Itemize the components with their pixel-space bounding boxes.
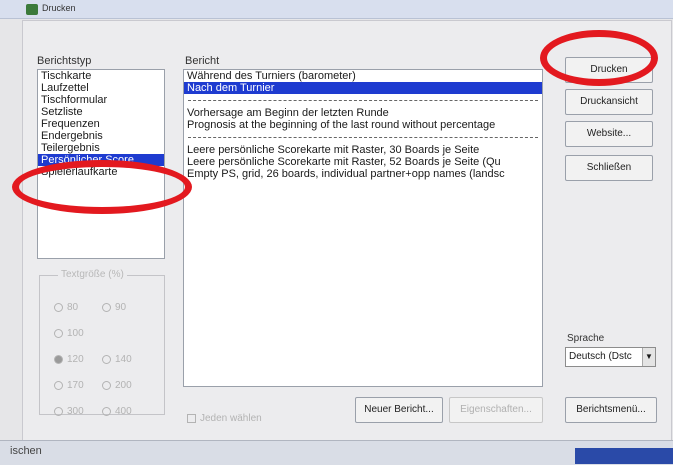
report-label: Bericht xyxy=(185,55,220,67)
report-item[interactable]: Empty PS, grid, 26 boards, individual pa… xyxy=(184,168,542,180)
radio-label: 170 xyxy=(67,380,84,391)
radio-label: 400 xyxy=(115,406,132,417)
font-size-radio[interactable]: 140 xyxy=(102,354,132,365)
font-size-radio[interactable]: 100 xyxy=(54,328,84,339)
report-type-list[interactable]: Tischkarte Laufzettel Tischformular Setzlis… xyxy=(37,69,165,259)
radio-label: 200 xyxy=(115,380,132,391)
report-type-item[interactable]: Setzliste xyxy=(38,106,164,118)
select-all-checkbox[interactable]: Jeden wählen xyxy=(187,413,262,424)
font-size-group: Textgröße (%) 80 90 100 120 140 170 200 300 400 xyxy=(39,269,165,417)
font-size-radio[interactable]: 120 xyxy=(54,354,84,365)
radio-icon[interactable] xyxy=(54,328,63,338)
radio-icon[interactable] xyxy=(102,302,111,312)
report-type-item[interactable]: Spielerlaufkarte xyxy=(38,166,164,178)
window-title: Drucken xyxy=(42,3,76,13)
font-size-radio[interactable]: 400 xyxy=(102,406,132,417)
print-button[interactable]: Drucken xyxy=(565,57,653,83)
radio-icon[interactable] xyxy=(102,354,111,364)
radio-icon[interactable] xyxy=(102,380,111,390)
font-size-radio[interactable]: 300 xyxy=(54,406,84,417)
language-value: Deutsch (Dstc xyxy=(569,351,632,362)
radio-label: 90 xyxy=(115,302,127,313)
preview-button[interactable]: Druckansicht xyxy=(565,89,653,115)
radio-icon[interactable] xyxy=(102,406,111,416)
language-label: Sprache xyxy=(567,333,605,344)
report-list[interactable]: Während des Turniers (barometer) Nach dem… xyxy=(183,69,543,387)
radio-label: 100 xyxy=(67,328,84,339)
radio-label: 300 xyxy=(67,406,84,417)
font-size-radio[interactable]: 90 xyxy=(102,302,126,313)
font-size-legend: Textgröße (%) xyxy=(58,269,127,280)
font-size-radio[interactable]: 80 xyxy=(54,302,78,313)
radio-icon[interactable] xyxy=(54,380,63,390)
report-item[interactable]: Leere persönliche Scorekarte mit Raster,… xyxy=(184,156,542,168)
checkbox-label: Jeden wählen xyxy=(200,413,262,424)
radio-label: 120 xyxy=(67,354,84,365)
report-item[interactable]: Leere persönliche Scorekarte mit Raster,… xyxy=(184,144,542,156)
chevron-down-icon[interactable]: ▼ xyxy=(642,348,655,366)
report-type-item[interactable]: Tischformular xyxy=(38,94,164,106)
status-text: ischen xyxy=(10,445,42,457)
report-item[interactable]: Prognosis at the beginning of the last r… xyxy=(184,119,542,131)
close-button[interactable]: Schließen xyxy=(565,155,653,181)
report-type-label: Berichtstyp xyxy=(37,55,92,67)
report-menu-button[interactable]: Berichtsmenü... xyxy=(565,397,657,423)
report-item[interactable]: Nach dem Turnier xyxy=(184,82,542,94)
radio-icon[interactable] xyxy=(54,354,63,364)
list-separator xyxy=(188,131,538,138)
report-type-item[interactable]: Persönlicher Score xyxy=(38,154,164,166)
checkbox-icon[interactable] xyxy=(187,413,196,423)
report-item[interactable]: Während des Turniers (barometer) xyxy=(184,70,542,82)
taskbar-strip xyxy=(575,448,673,464)
radio-icon[interactable] xyxy=(54,406,63,416)
radio-icon[interactable] xyxy=(54,302,63,312)
properties-button[interactable]: Eigenschaften... xyxy=(449,397,543,423)
report-type-item[interactable]: Tischkarte xyxy=(38,70,164,82)
radio-label: 80 xyxy=(67,302,79,313)
report-item[interactable]: Vorhersage am Beginn der letzten Runde xyxy=(184,107,542,119)
website-button[interactable]: Website... xyxy=(565,121,653,147)
font-size-radio[interactable]: 170 xyxy=(54,380,84,391)
radio-label: 140 xyxy=(115,354,132,365)
language-select[interactable]: Deutsch (Dstc ▼ xyxy=(565,347,656,367)
new-report-button[interactable]: Neuer Bericht... xyxy=(355,397,443,423)
report-type-item[interactable]: Laufzettel xyxy=(38,82,164,94)
font-size-radio[interactable]: 200 xyxy=(102,380,132,391)
list-separator xyxy=(188,94,538,101)
report-type-item[interactable]: Frequenzen xyxy=(38,118,164,130)
print-dialog: Berichtstyp Tischkarte Laufzettel Tischfor… xyxy=(22,20,672,442)
report-type-item[interactable]: Endergebnis xyxy=(38,130,164,142)
title-bar: Drucken xyxy=(0,0,673,19)
report-type-item[interactable]: Teilergebnis xyxy=(38,142,164,154)
status-bar: ischen xyxy=(0,440,673,465)
app-icon xyxy=(26,4,38,15)
